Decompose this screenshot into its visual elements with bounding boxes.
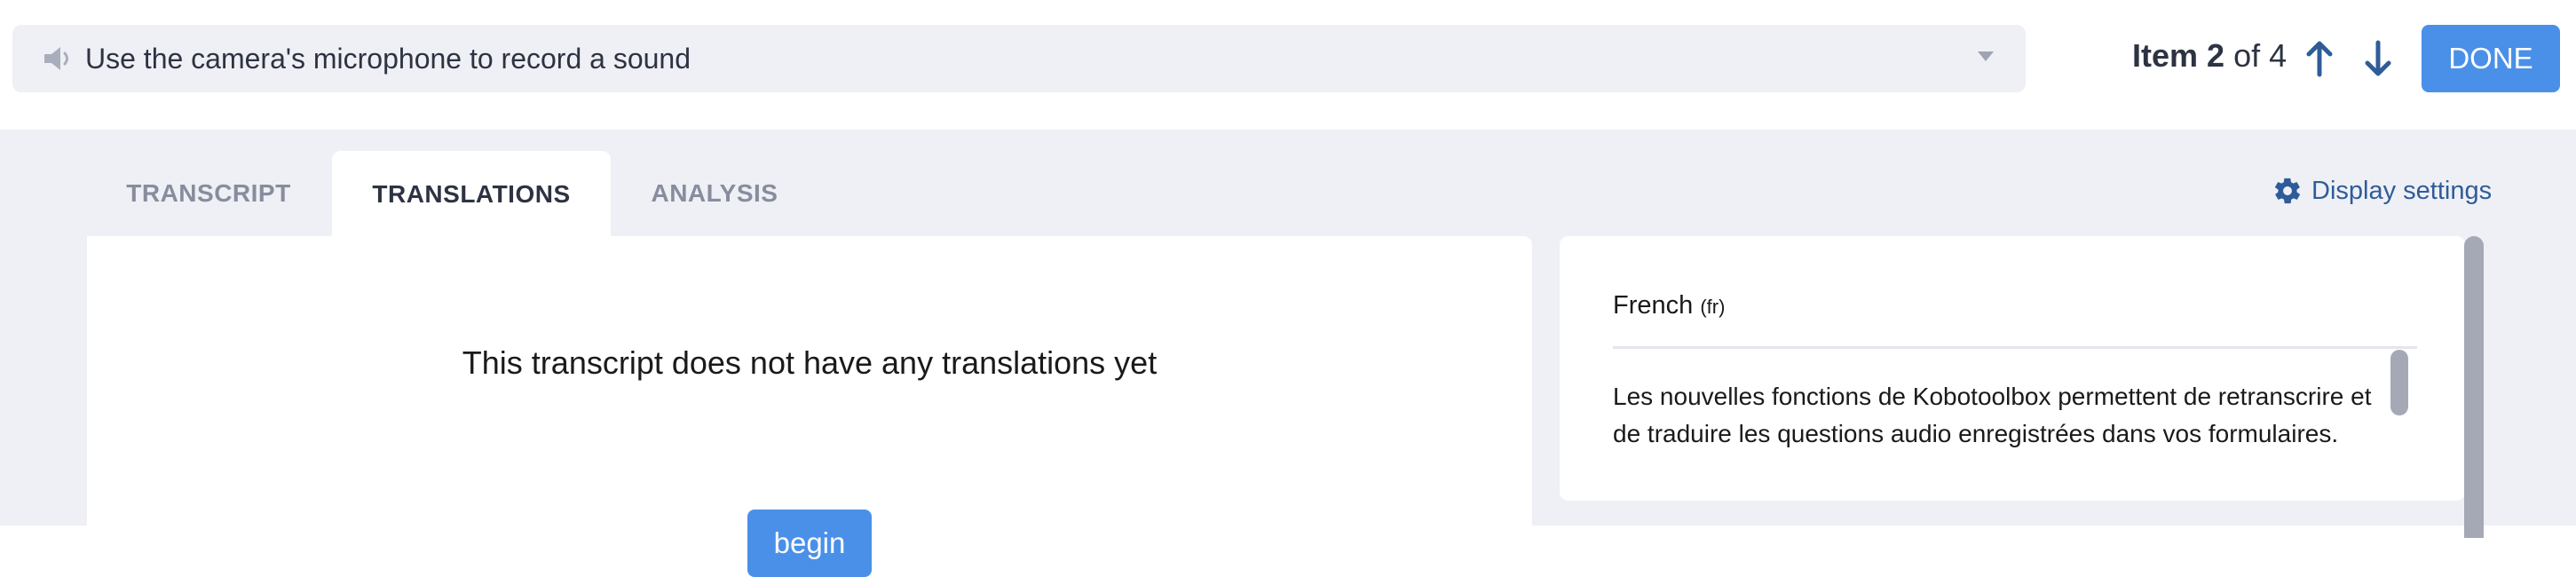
speaker-icon — [43, 41, 82, 76]
done-button[interactable]: DONE — [2422, 25, 2560, 92]
question-select[interactable]: Use the camera's microphone to record a … — [12, 25, 2026, 92]
item-counter-prefix: Item — [2132, 37, 2199, 74]
display-settings-button[interactable]: Display settings — [2272, 176, 2492, 206]
arrow-down-icon — [2365, 40, 2391, 76]
top-bar: Use the camera's microphone to record a … — [0, 0, 2576, 130]
display-settings-label: Display settings — [2311, 176, 2493, 205]
arrow-up-icon — [2306, 41, 2333, 77]
item-counter: Item 2 of 4 — [2132, 37, 2287, 75]
transcript-language-header: French (fr) — [1613, 291, 1725, 320]
main-area: TRANSCRIPT TRANSLATIONS ANALYSIS Display… — [0, 130, 2576, 577]
transcript-panel: French (fr) Les nouvelles fonctions de K… — [1560, 236, 2465, 501]
translations-panel: This transcript does not have any transl… — [87, 236, 1532, 577]
transcript-language-code: (fr) — [1700, 296, 1726, 318]
item-counter-total: 4 — [2269, 37, 2288, 74]
tab-analysis[interactable]: ANALYSIS — [612, 151, 817, 236]
next-item-button[interactable] — [2358, 34, 2398, 83]
item-counter-current: 2 — [2207, 37, 2225, 74]
page-scrollbar[interactable] — [2464, 236, 2484, 538]
begin-button[interactable]: begin — [747, 510, 872, 577]
tab-translations[interactable]: TRANSLATIONS — [332, 151, 611, 238]
transcript-scrollbar[interactable] — [2390, 350, 2408, 415]
chevron-down-icon — [1978, 51, 1994, 61]
empty-translations-message: This transcript does not have any transl… — [462, 344, 1158, 381]
transcript-text: Les nouvelles fonctions de Kobotoolbox p… — [1613, 383, 2372, 447]
previous-item-button[interactable] — [2299, 34, 2340, 83]
transcript-language: French — [1613, 291, 1694, 320]
question-select-label: Use the camera's microphone to record a … — [85, 42, 691, 75]
tab-transcript[interactable]: TRANSCRIPT — [87, 151, 330, 236]
gear-icon — [2275, 178, 2300, 204]
divider — [1613, 346, 2417, 349]
item-counter-separator: of — [2233, 37, 2261, 74]
